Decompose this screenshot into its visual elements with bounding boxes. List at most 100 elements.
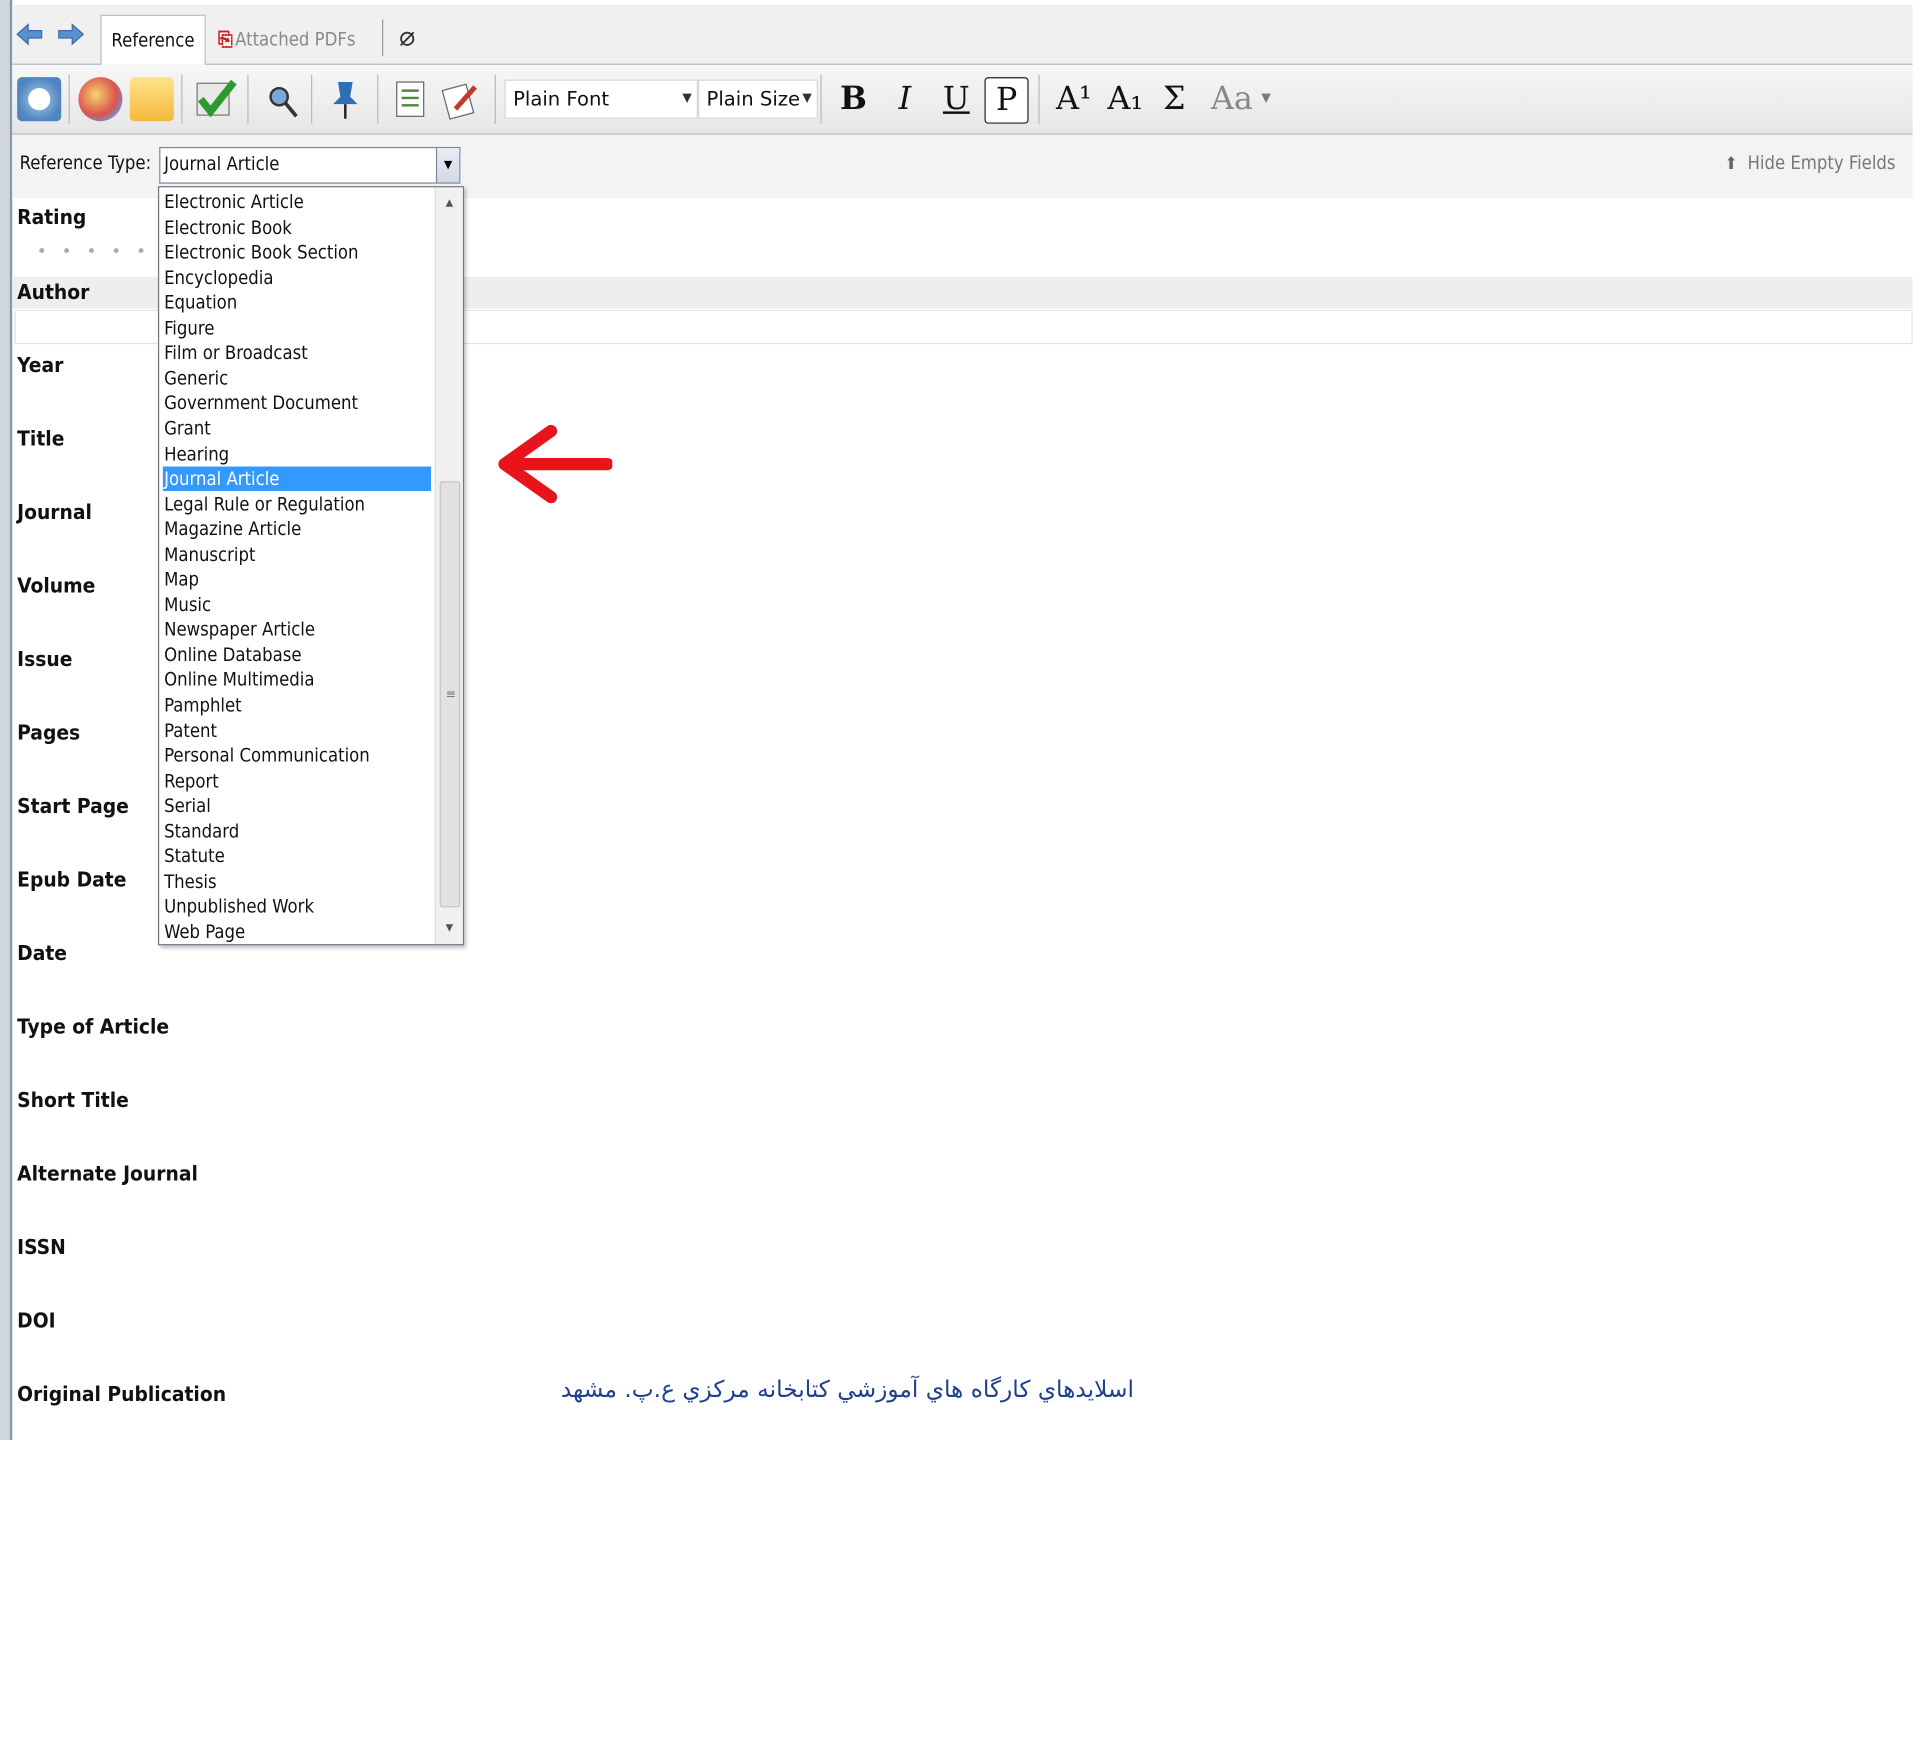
field-label-doi: DOI xyxy=(17,1308,56,1334)
underline-button[interactable]: U xyxy=(936,77,978,121)
list-checks-icon[interactable] xyxy=(389,77,433,121)
field-label-volume: Volume xyxy=(17,574,96,599)
dropdown-arrow-icon: ▼ xyxy=(802,91,812,106)
field-label-alternate-journal: Alternate Journal xyxy=(17,1162,198,1187)
edit-document-icon[interactable] xyxy=(438,77,482,121)
pdf-icon: ⎘ xyxy=(217,28,233,51)
case-dropdown-arrow-icon[interactable]: ▼ xyxy=(1256,77,1276,121)
rating-stars[interactable]: ••••• xyxy=(37,242,161,262)
italic-button[interactable]: I xyxy=(884,77,926,121)
reference-type-select[interactable]: Journal Article ▼ xyxy=(159,146,461,184)
tab-bar: Reference ⎘ Attached PDFs ⌀ xyxy=(12,4,1913,65)
field-label-journal: Journal xyxy=(17,500,92,526)
subscript-button[interactable]: A₁ xyxy=(1102,77,1149,121)
dropdown-option[interactable]: Web Page xyxy=(163,920,431,944)
toolbar-separator xyxy=(494,74,496,124)
dropdown-option[interactable]: Grant xyxy=(163,416,431,440)
toolbar-separator xyxy=(377,74,379,124)
dropdown-option[interactable]: Newspaper Article xyxy=(163,618,431,642)
refresh-icon[interactable] xyxy=(17,77,62,122)
dropdown-option[interactable]: Electronic Article xyxy=(163,190,431,214)
field-label-date: Date xyxy=(17,941,68,967)
font-select[interactable]: Plain Font ▼ xyxy=(504,79,698,119)
endnote-reference-window: Reference ⎘ Attached PDFs ⌀ Plain Font ▼… xyxy=(0,0,1920,1441)
red-pointer-arrow-icon xyxy=(498,424,613,504)
web-link-icon[interactable] xyxy=(78,77,123,122)
formatting-toolbar: Plain Font ▼ Plain Size ▼ B I U P A¹ A₁ … xyxy=(12,64,1913,135)
dropdown-option[interactable]: Journal Article xyxy=(162,466,432,492)
grip-icon: ≡ xyxy=(445,688,456,702)
dropdown-option[interactable]: Unpublished Work xyxy=(163,894,431,918)
reference-type-label: Reference Type: xyxy=(19,151,152,174)
forward-arrow-icon[interactable] xyxy=(56,22,85,46)
hide-empty-fields-label: Hide Empty Fields xyxy=(1747,151,1896,174)
dropdown-option[interactable]: Personal Communication xyxy=(163,743,431,767)
dropdown-option[interactable]: Electronic Book Section xyxy=(163,240,431,264)
dropdown-option[interactable]: Standard xyxy=(163,819,431,843)
dropdown-option[interactable]: Online Multimedia xyxy=(163,668,431,692)
tab-attached-pdfs[interactable]: ⎘ Attached PDFs xyxy=(208,15,365,64)
scroll-up-icon[interactable]: ▲ xyxy=(436,192,463,214)
dropdown-option[interactable]: Online Database xyxy=(163,643,431,667)
toolbar-separator xyxy=(311,74,313,124)
symbol-button[interactable]: Σ xyxy=(1153,77,1195,121)
reference-type-value: Journal Article xyxy=(164,153,280,176)
field-label-original-publication: Original Publication xyxy=(17,1382,227,1407)
field-label-start-page: Start Page xyxy=(17,794,129,820)
font-select-value: Plain Font xyxy=(513,86,610,111)
field-label-epub-date: Epub Date xyxy=(17,868,127,893)
dropdown-option[interactable]: Music xyxy=(163,592,431,616)
collapse-up-icon: ⬆ xyxy=(1724,154,1738,174)
field-label-title: Title xyxy=(17,427,65,452)
field-label-issue: Issue xyxy=(17,647,73,673)
dropdown-option[interactable]: Film or Broadcast xyxy=(163,341,431,365)
folder-icon[interactable] xyxy=(129,77,174,122)
dropdown-option[interactable]: Serial xyxy=(163,794,431,818)
dropdown-option[interactable]: Generic xyxy=(163,366,431,390)
field-label-rating: Rating xyxy=(17,205,87,231)
field-label-year: Year xyxy=(17,353,64,379)
find-full-text-icon[interactable] xyxy=(260,77,304,121)
window-left-border xyxy=(0,0,10,1441)
field-label-short-title: Short Title xyxy=(17,1088,129,1114)
dropdown-option[interactable]: Pamphlet xyxy=(163,693,431,717)
superscript-button[interactable]: A¹ xyxy=(1051,77,1098,121)
dropdown-option[interactable]: Statute xyxy=(163,844,431,868)
dropdown-option[interactable]: Manuscript xyxy=(163,542,431,566)
footer-caption: اسلايدهاي كارگاه هاي آموزشي كتابخانه مرك… xyxy=(560,1376,1134,1404)
dropdown-option[interactable]: Government Document xyxy=(163,391,431,415)
dropdown-option[interactable]: Magazine Article xyxy=(163,517,431,541)
tab-attached-pdfs-label: Attached PDFs xyxy=(235,28,356,51)
toolbar-separator xyxy=(1038,74,1040,124)
size-select[interactable]: Plain Size ▼ xyxy=(697,79,818,119)
paperclip-icon[interactable]: ⌀ xyxy=(399,22,415,53)
toolbar-separator xyxy=(820,74,822,124)
dropdown-option[interactable]: Thesis xyxy=(163,869,431,893)
pushpin-icon[interactable] xyxy=(323,77,367,121)
bold-button[interactable]: B xyxy=(833,77,875,121)
dropdown-option[interactable]: Encyclopedia xyxy=(163,265,431,289)
dropdown-option[interactable]: Electronic Book xyxy=(163,215,431,239)
dropdown-option[interactable]: Figure xyxy=(163,316,431,340)
dropdown-scrollbar[interactable]: ▲ ≡ ▼ xyxy=(434,187,463,945)
checkmark-icon[interactable] xyxy=(193,77,237,121)
dropdown-arrow-icon[interactable]: ▼ xyxy=(435,148,460,183)
field-label-pages: Pages xyxy=(17,721,81,746)
window-left-border-line xyxy=(9,0,13,1441)
dropdown-option[interactable]: Map xyxy=(163,567,431,591)
plain-text-button[interactable]: P xyxy=(984,77,1029,124)
dropdown-option[interactable]: Report xyxy=(163,769,431,793)
dropdown-option[interactable]: Patent xyxy=(163,718,431,742)
dropdown-arrow-icon: ▼ xyxy=(682,91,692,106)
back-arrow-icon[interactable] xyxy=(15,22,44,46)
dropdown-option[interactable]: Hearing xyxy=(163,441,431,465)
size-select-value: Plain Size xyxy=(706,86,801,111)
dropdown-option[interactable]: Equation xyxy=(163,290,431,314)
dropdown-option[interactable]: Legal Rule or Regulation xyxy=(163,492,431,516)
scrollbar-thumb[interactable]: ≡ xyxy=(439,481,461,908)
tab-reference[interactable]: Reference xyxy=(100,14,206,65)
reference-type-dropdown-list[interactable]: Electronic Article Electronic Book Electro… xyxy=(157,186,465,946)
hide-empty-fields-button[interactable]: ⬆ Hide Empty Fields xyxy=(1725,152,1896,174)
change-case-button[interactable]: Aa xyxy=(1202,77,1261,121)
scroll-down-icon[interactable]: ▼ xyxy=(436,917,463,939)
